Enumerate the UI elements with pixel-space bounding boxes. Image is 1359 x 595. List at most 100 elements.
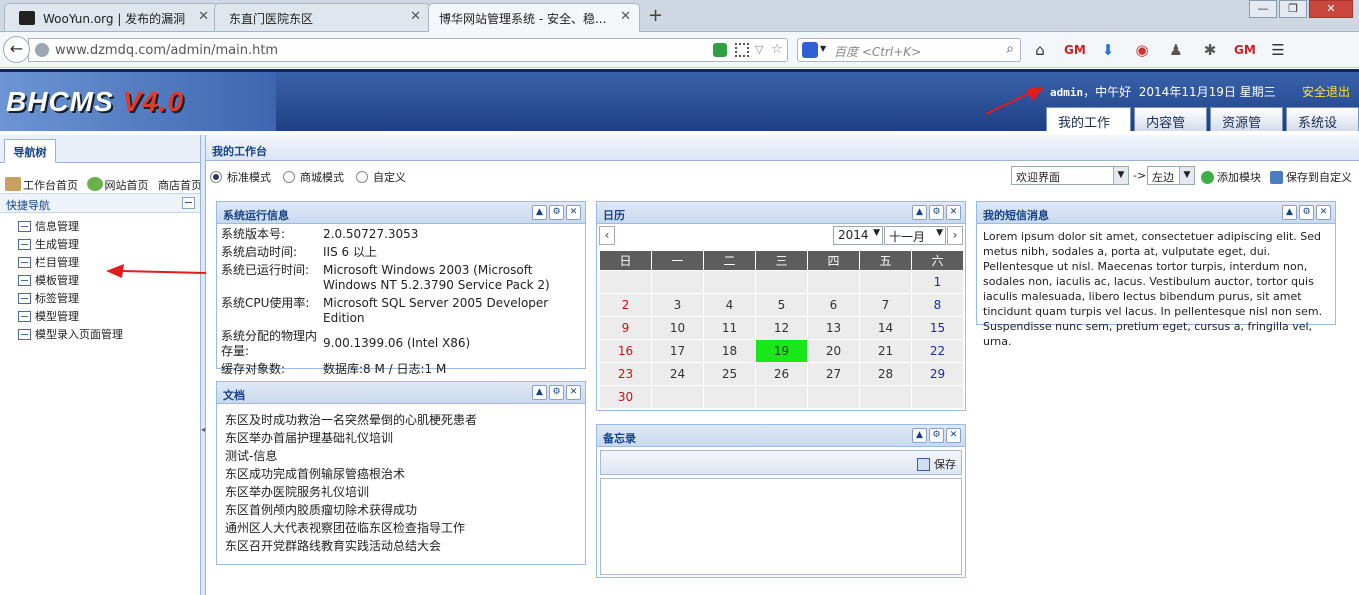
calendar-day[interactable]: 5 <box>755 293 808 317</box>
calendar-day[interactable]: 21 <box>859 339 912 363</box>
calendar-day[interactable]: 2 <box>599 293 652 317</box>
qr-code-icon[interactable] <box>735 43 749 57</box>
quick-link-website[interactable]: 网站首页 <box>82 171 149 191</box>
calendar-day[interactable]: 29 <box>911 362 964 386</box>
nav-tab-workbench[interactable]: 我的工作台 <box>1046 107 1132 150</box>
next-month-icon[interactable]: › <box>947 226 963 245</box>
calendar-day[interactable]: 4 <box>703 293 756 317</box>
calendar-day[interactable]: 14 <box>859 316 912 340</box>
window-close-icon[interactable]: ✕ <box>1309 0 1353 18</box>
sidebar-item-model[interactable]: 模型管理 <box>18 307 123 325</box>
add-module-button[interactable]: 添加模块 <box>1201 169 1261 185</box>
logout-link[interactable]: 安全退出 <box>1302 83 1350 100</box>
greasemonkey-2-icon[interactable]: GM <box>1234 41 1256 59</box>
doc-link[interactable]: 东区举办首届护理基础礼仪培训 <box>225 429 585 447</box>
calendar-day[interactable]: 19 <box>755 339 808 363</box>
browser-tab-hospital[interactable]: 东直门医院东区 ✕ <box>214 3 430 31</box>
calendar-day[interactable]: 24 <box>651 362 704 386</box>
memo-save-button[interactable]: 保存 <box>917 456 956 472</box>
address-bar[interactable]: www.dzmdq.com/admin/main.htm ▽ ☆ <box>28 38 788 62</box>
calendar-day[interactable]: 16 <box>599 339 652 363</box>
user-icon[interactable]: ♟ <box>1166 41 1186 59</box>
collapse-icon[interactable]: ▲ <box>912 205 927 220</box>
calendar-day[interactable]: 15 <box>911 316 964 340</box>
sidebar-item-column[interactable]: 栏目管理 <box>18 253 123 271</box>
home-icon[interactable]: ⌂ <box>1030 41 1050 59</box>
calendar-day[interactable]: 28 <box>859 362 912 386</box>
collapse-icon[interactable]: ▲ <box>912 428 927 443</box>
nav-tab-settings[interactable]: 系统设置 <box>1286 107 1359 150</box>
new-tab-icon[interactable]: + <box>648 5 663 26</box>
quick-link-workbench[interactable]: 工作台首页 <box>0 171 78 191</box>
calendar-day[interactable]: 10 <box>651 316 704 340</box>
doc-link[interactable]: 通州区人大代表视察团莅临东区检查指导工作 <box>225 519 585 537</box>
engine-dropdown-icon[interactable]: ▼ <box>820 44 826 53</box>
calendar-day[interactable]: 30 <box>599 385 652 409</box>
calendar-day[interactable]: 7 <box>859 293 912 317</box>
nav-tab-content[interactable]: 内容管理 <box>1134 107 1208 150</box>
minimize-icon[interactable]: — <box>1249 0 1277 18</box>
sidebar-item-info[interactable]: 信息管理 <box>18 217 123 235</box>
doc-link[interactable]: 东区举办医院服务礼仪培训 <box>225 483 585 501</box>
close-icon[interactable]: ✕ <box>946 428 961 443</box>
tab-close-icon[interactable]: ✕ <box>410 9 421 24</box>
tab-close-icon[interactable]: ✕ <box>198 9 209 24</box>
month-select[interactable]: 十一月 ▼ <box>884 226 946 245</box>
bookmark-star-icon[interactable]: ☆ <box>771 43 785 57</box>
doc-link[interactable]: 测试-信息 <box>225 447 585 465</box>
settings-icon[interactable]: ⚙ <box>929 428 944 443</box>
doc-link[interactable]: 东区成功完成首例输尿管癌根治术 <box>225 465 585 483</box>
calendar-day[interactable]: 18 <box>703 339 756 363</box>
close-icon[interactable]: ✕ <box>946 205 961 220</box>
calendar-day[interactable]: 12 <box>755 316 808 340</box>
calendar-day[interactable]: 3 <box>651 293 704 317</box>
calendar-day[interactable]: 27 <box>807 362 860 386</box>
calendar-day[interactable]: 22 <box>911 339 964 363</box>
mode-custom-radio[interactable]: 自定义 <box>356 169 406 185</box>
greasemonkey-icon[interactable]: GM <box>1064 41 1086 59</box>
calendar-day[interactable]: 13 <box>807 316 860 340</box>
collapse-icon[interactable]: ▲ <box>532 205 547 220</box>
close-icon[interactable]: ✕ <box>566 385 581 400</box>
download-icon[interactable]: ⬇ <box>1098 41 1118 59</box>
shield-icon[interactable] <box>713 43 727 57</box>
collapse-icon[interactable]: ▲ <box>532 385 547 400</box>
weibo-icon[interactable]: ◉ <box>1132 41 1152 59</box>
doc-link[interactable]: 东区及时成功救治一名突然晕倒的心肌梗死患者 <box>225 411 585 429</box>
calendar-day[interactable]: 6 <box>807 293 860 317</box>
prev-month-icon[interactable]: ‹ <box>599 226 615 245</box>
sidebar-item-generate[interactable]: 生成管理 <box>18 235 123 253</box>
tab-close-icon[interactable]: ✕ <box>620 9 631 24</box>
browser-tab-bhcms[interactable]: 博华网站管理系统 - 安全、稳... ✕ <box>428 3 640 33</box>
menu-icon[interactable]: ☰ <box>1268 41 1288 59</box>
calendar-day[interactable]: 23 <box>599 362 652 386</box>
doc-link[interactable]: 东区召开党群路线教育实践活动总结大会 <box>225 537 585 555</box>
sidebar-item-tag[interactable]: 标签管理 <box>18 289 123 307</box>
calendar-day[interactable]: 1 <box>911 270 964 294</box>
save-custom-button[interactable]: 保存到自定义 <box>1270 169 1352 185</box>
maximize-icon[interactable]: ❐ <box>1279 0 1307 18</box>
mode-standard-radio[interactable]: 标准模式 <box>210 169 271 185</box>
search-icon[interactable]: ⌕ <box>1006 41 1014 57</box>
calendar-day[interactable]: 8 <box>911 293 964 317</box>
settings-icon[interactable]: ⚙ <box>929 205 944 220</box>
extension-icon[interactable]: ✱ <box>1200 41 1220 59</box>
browser-tab-wooyun[interactable]: WooYun.org | 发布的漏洞 ✕ <box>4 3 218 31</box>
calendar-day[interactable]: 26 <box>755 362 808 386</box>
collapse-icon[interactable]: − <box>182 197 195 209</box>
sidebar-item-model-entry[interactable]: 模型录入页面管理 <box>18 325 123 343</box>
mode-mall-radio[interactable]: 商城模式 <box>283 169 344 185</box>
year-select[interactable]: 2014 ▼ <box>833 226 883 245</box>
search-box[interactable]: ▼ 百度 <Ctrl+K> ⌕ <box>797 38 1021 62</box>
memo-textarea[interactable] <box>600 478 962 575</box>
quick-link-store[interactable]: 商店首页 <box>158 171 200 191</box>
position-select[interactable]: 左边 ▼ <box>1147 166 1195 185</box>
baidu-paw-icon[interactable] <box>802 42 818 58</box>
module-select[interactable]: 欢迎界面 ▼ <box>1011 166 1129 185</box>
close-icon[interactable]: ✕ <box>566 205 581 220</box>
collapse-icon[interactable]: ▲ <box>1282 205 1297 220</box>
settings-icon[interactable]: ⚙ <box>1299 205 1314 220</box>
close-icon[interactable]: ✕ <box>1316 205 1331 220</box>
back-button[interactable]: ← <box>3 36 30 63</box>
doc-link[interactable]: 东区首例颅内胶质瘤切除术获得成功 <box>225 501 585 519</box>
